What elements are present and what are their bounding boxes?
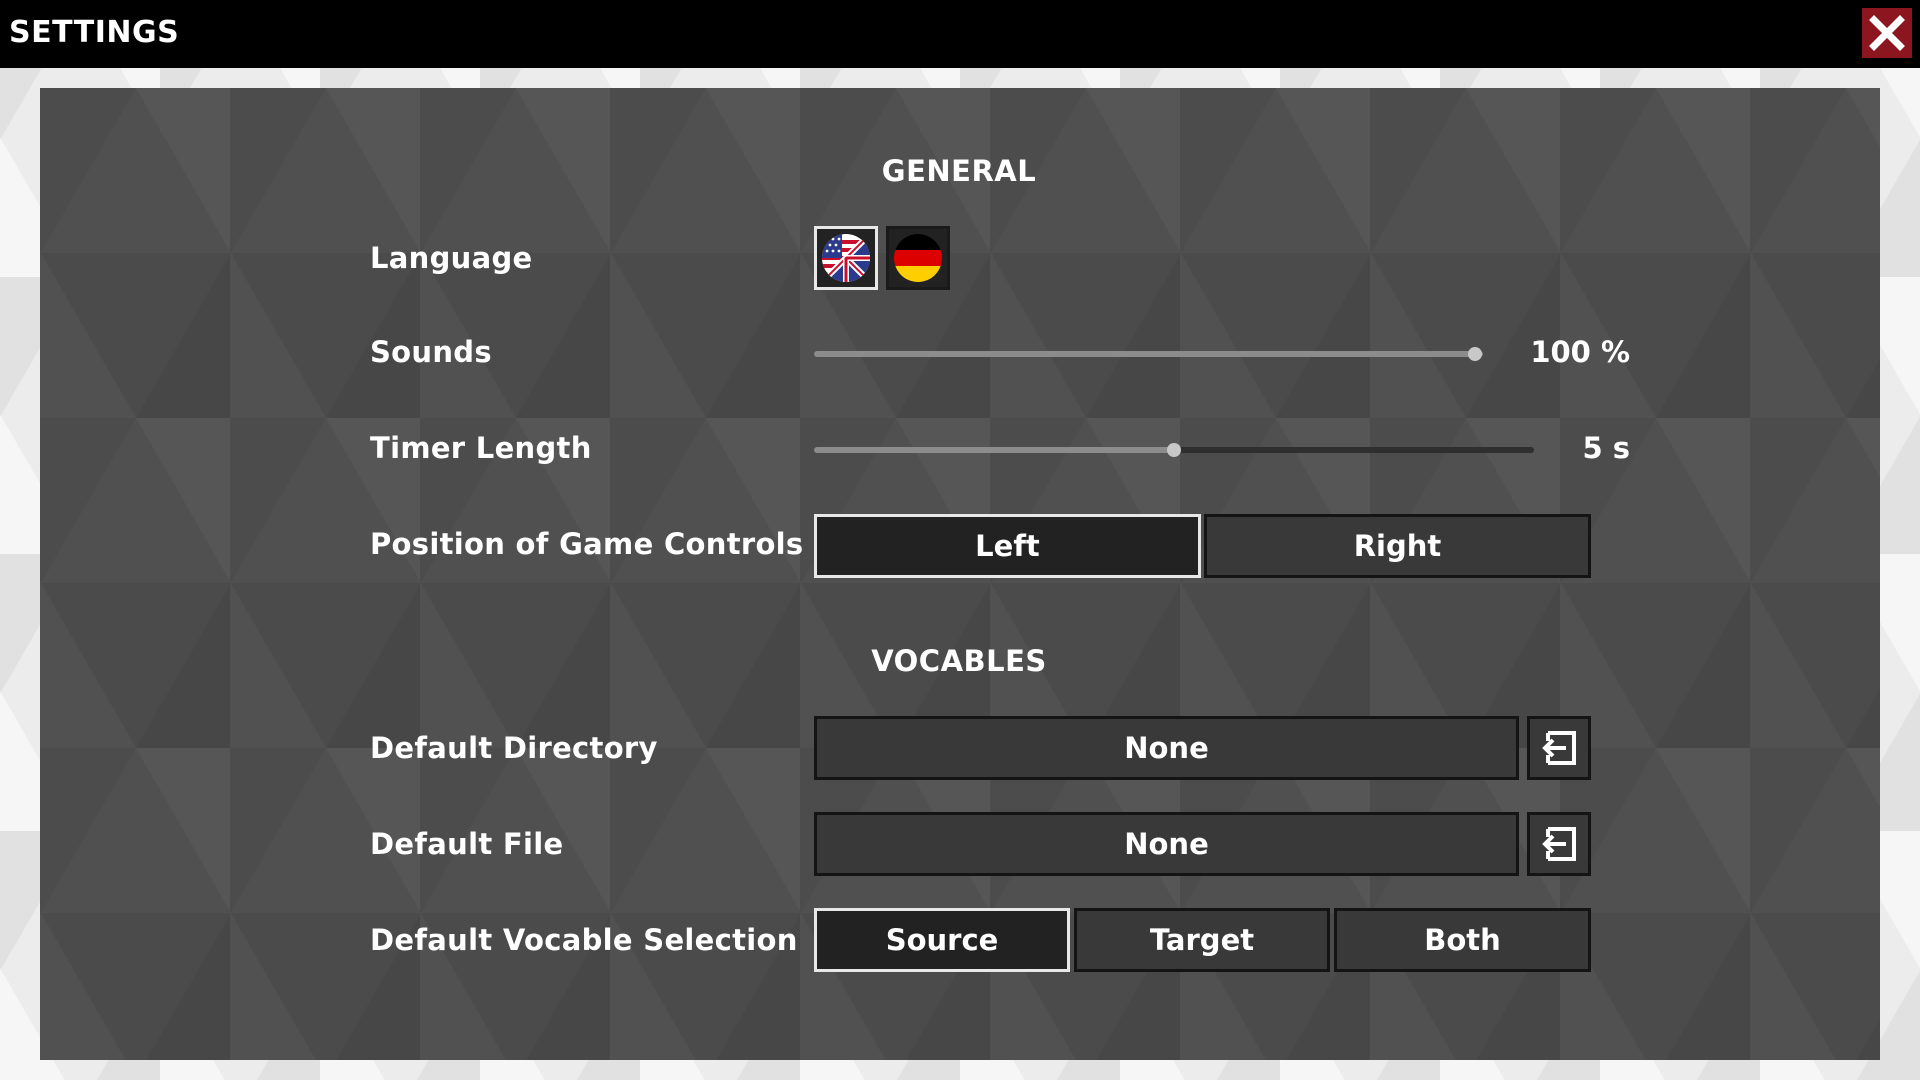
sounds-value: 100 % — [1530, 335, 1630, 369]
timer-length-label: Timer Length — [370, 431, 592, 465]
sounds-slider-fill — [814, 351, 1483, 357]
default-vocable-selection-label: Default Vocable Selection — [370, 923, 798, 957]
close-icon — [1869, 15, 1905, 51]
open-folder-icon — [1542, 731, 1576, 765]
timer-length-value: 5 s — [1582, 431, 1630, 465]
open-file-icon — [1542, 827, 1576, 861]
language-label: Language — [370, 241, 533, 275]
default-file-open-button[interactable] — [1527, 812, 1591, 876]
default-file-label: Default File — [370, 827, 564, 861]
controls-right-button[interactable]: Right — [1204, 514, 1591, 578]
selection-source-button[interactable]: Source — [814, 908, 1070, 972]
selection-target-button[interactable]: Target — [1074, 908, 1330, 972]
timer-slider-thumb[interactable] — [1167, 443, 1181, 457]
german-flag-icon — [894, 234, 942, 282]
language-german-button[interactable] — [886, 226, 950, 290]
controls-left-button[interactable]: Left — [814, 514, 1201, 578]
default-directory-label: Default Directory — [370, 731, 658, 765]
timer-slider-fill — [814, 447, 1174, 453]
selection-both-button[interactable]: Both — [1334, 908, 1591, 972]
sounds-label: Sounds — [370, 335, 492, 369]
sounds-slider[interactable] — [814, 342, 1483, 366]
window-title: SETTINGS — [9, 15, 180, 50]
vocables-section-title: VOCABLES — [871, 644, 1047, 678]
us-uk-flag-icon — [822, 234, 870, 282]
default-directory-open-button[interactable] — [1527, 716, 1591, 780]
default-directory-field[interactable]: None — [814, 716, 1519, 780]
close-button[interactable] — [1862, 8, 1912, 58]
settings-panel: GENERAL Language Sounds 100 % Timer Leng… — [40, 88, 1880, 1060]
timer-length-slider[interactable] — [814, 438, 1534, 462]
default-file-field[interactable]: None — [814, 812, 1519, 876]
language-english-button[interactable] — [814, 226, 878, 290]
controls-position-label: Position of Game Controls — [370, 527, 804, 561]
title-bar: SETTINGS — [0, 0, 1920, 68]
general-section-title: GENERAL — [881, 154, 1037, 188]
